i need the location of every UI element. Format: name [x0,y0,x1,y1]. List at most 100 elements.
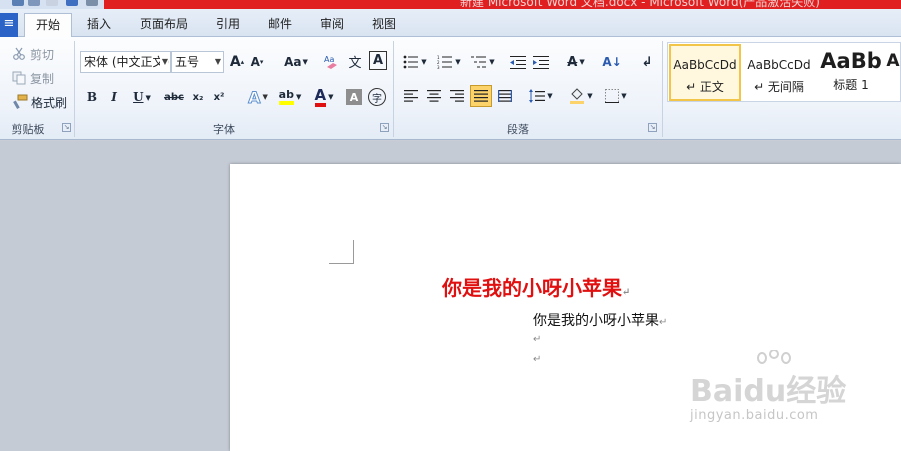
char-border-button[interactable]: A [369,51,387,70]
style-sample: AaBbCcDd [747,58,811,72]
align-right-button[interactable] [447,86,467,106]
justify-icon [474,90,488,102]
document-heading[interactable]: 你是我的小呀小苹果↵ [442,272,630,301]
style-name: ↵ 正文 [686,80,724,94]
align-center-button[interactable] [424,86,444,106]
highlight-button[interactable]: ab ▼ [276,86,304,108]
style-sample: AaBb [820,49,882,73]
align-left-button[interactable] [401,86,421,106]
document-line-text: 你是我的小呀小苹果 [533,313,659,329]
style-no-spacing[interactable]: AaBbCcDd ↵ 无间隔 [744,44,814,101]
clipboard-launcher-icon[interactable]: ↘ [62,123,71,132]
justify-button[interactable] [470,85,492,107]
format-painter-label: 格式刷 [31,95,68,110]
shading-button[interactable]: ▼ [567,85,595,107]
phonetic-guide-icon: 文 [348,55,362,71]
tab-review[interactable]: 审阅 [310,13,354,37]
file-tab[interactable]: ≡ [0,13,18,37]
shrink-font-button[interactable]: A ▾ [249,52,265,72]
char-shading-button[interactable]: A [346,89,362,105]
italic-button[interactable]: I [106,87,122,107]
svg-text:3: 3 [437,65,440,69]
font-launcher-icon[interactable]: ↘ [380,123,389,132]
font-size-value: 五号 [175,55,200,69]
paragraph-mark: ↵ [622,287,631,298]
tab-mailings[interactable]: 邮件 [258,13,302,37]
enclose-chars-icon: 字 [372,93,382,105]
font-group-label: 字体 [213,123,235,136]
tab-insert[interactable]: 插入 [76,13,122,37]
font-name-value: 宋体 (中文正文) [84,55,170,69]
highlight-icon: ab [278,89,294,105]
qat-redo-icon[interactable] [28,0,40,6]
chinese-layout-icon: A [567,54,578,70]
bold-icon: B [86,90,98,104]
bullets-button[interactable]: ▼ [401,52,429,72]
underline-button[interactable]: U ▼ [129,87,155,107]
tab-view[interactable]: 视图 [362,13,406,37]
style-name: ↵ 无间隔 [754,80,804,94]
phonetic-guide-button[interactable]: 文 [345,50,365,72]
line-spacing-button[interactable]: ▼ [527,86,555,106]
align-right-icon [450,90,464,102]
chinese-layout-button[interactable]: A ▼ [562,52,590,72]
clear-format-button[interactable]: Aa [322,50,342,72]
font-color-button[interactable]: A ▼ [310,86,338,108]
multilevel-list-icon [471,56,487,68]
cut-button[interactable]: 剪切 [12,45,54,63]
baidu-watermark: Baidu经验 jingyan.baidu.com [668,350,868,440]
empty-paragraph[interactable]: ↵ [533,334,541,345]
sort-button[interactable]: A↓ [601,52,623,72]
style-sample: A [886,51,900,71]
tab-page-layout[interactable]: 页面布局 [132,13,196,37]
font-name-combo[interactable]: 宋体 (中文正文) ▼ [80,51,171,73]
subscript-icon: x₂ [192,91,204,103]
watermark-brand: Baidu经验 [690,374,847,409]
strikethrough-icon: abc [164,91,184,103]
style-heading-2[interactable]: A [886,44,900,101]
show-marks-button[interactable]: ↲ [638,52,656,72]
style-heading-1[interactable]: AaBb 标题 1 [818,44,884,101]
superscript-button[interactable]: x² [211,87,227,107]
char-shading-icon: A [349,90,359,104]
ribbon-tabs: ≡ 开始 插入 页面布局 引用 邮件 审阅 视图 [0,9,901,38]
borders-button[interactable]: ▼ [602,86,630,106]
change-case-button[interactable]: Aa ▼ [282,52,310,72]
style-normal[interactable]: AaBbCcDd ↵ 正文 [669,44,741,101]
text-effect-button[interactable]: A ▼ [244,86,272,108]
grow-font-icon: A [229,54,241,70]
subscript-button[interactable]: x₂ [190,87,206,107]
paragraph-mark: ↵ [659,317,668,328]
document-heading-text: 你是我的小呀小苹果 [442,276,622,300]
text-effect-icon: A [248,87,261,107]
copy-icon [12,71,26,85]
borders-icon [605,89,620,103]
format-painter-button[interactable]: 格式刷 [12,93,67,111]
grow-font-button[interactable]: A ▴ [229,52,245,72]
increase-indent-button[interactable] [531,52,551,72]
document-line[interactable]: 你是我的小呀小苹果↵ [533,310,667,330]
tab-home[interactable]: 开始 [24,13,72,38]
ribbon: 剪切 复制 格式刷 剪贴板 ↘ 宋体 (中文正文) ▼ 五号 ▼ A ▴ A ▾ A… [0,37,901,140]
bold-button[interactable]: B [84,87,100,107]
qat-word-icon[interactable] [66,0,78,6]
distribute-button[interactable] [495,86,515,106]
paragraph-launcher-icon[interactable]: ↘ [648,123,657,132]
decrease-indent-button[interactable] [508,52,528,72]
qat-undo-icon[interactable] [12,0,24,6]
align-left-icon [404,90,418,102]
strikethrough-button[interactable]: abc [162,87,186,107]
increase-indent-icon [533,56,549,69]
qat-save-icon[interactable] [46,0,58,6]
numbering-button[interactable]: 1 2 3 ▼ [435,52,463,72]
qat-customize-icon[interactable] [86,0,98,6]
copy-button[interactable]: 复制 [12,69,54,87]
svg-text:Aa: Aa [324,55,334,64]
enclose-chars-button[interactable]: 字 [368,88,386,106]
empty-paragraph[interactable]: ↵ [533,354,541,365]
paintbrush-icon [13,94,28,109]
tab-references[interactable]: 引用 [206,13,250,37]
font-size-combo[interactable]: 五号 ▼ [171,51,224,73]
distribute-icon [498,90,512,102]
multilevel-button[interactable]: ▼ [469,52,497,72]
